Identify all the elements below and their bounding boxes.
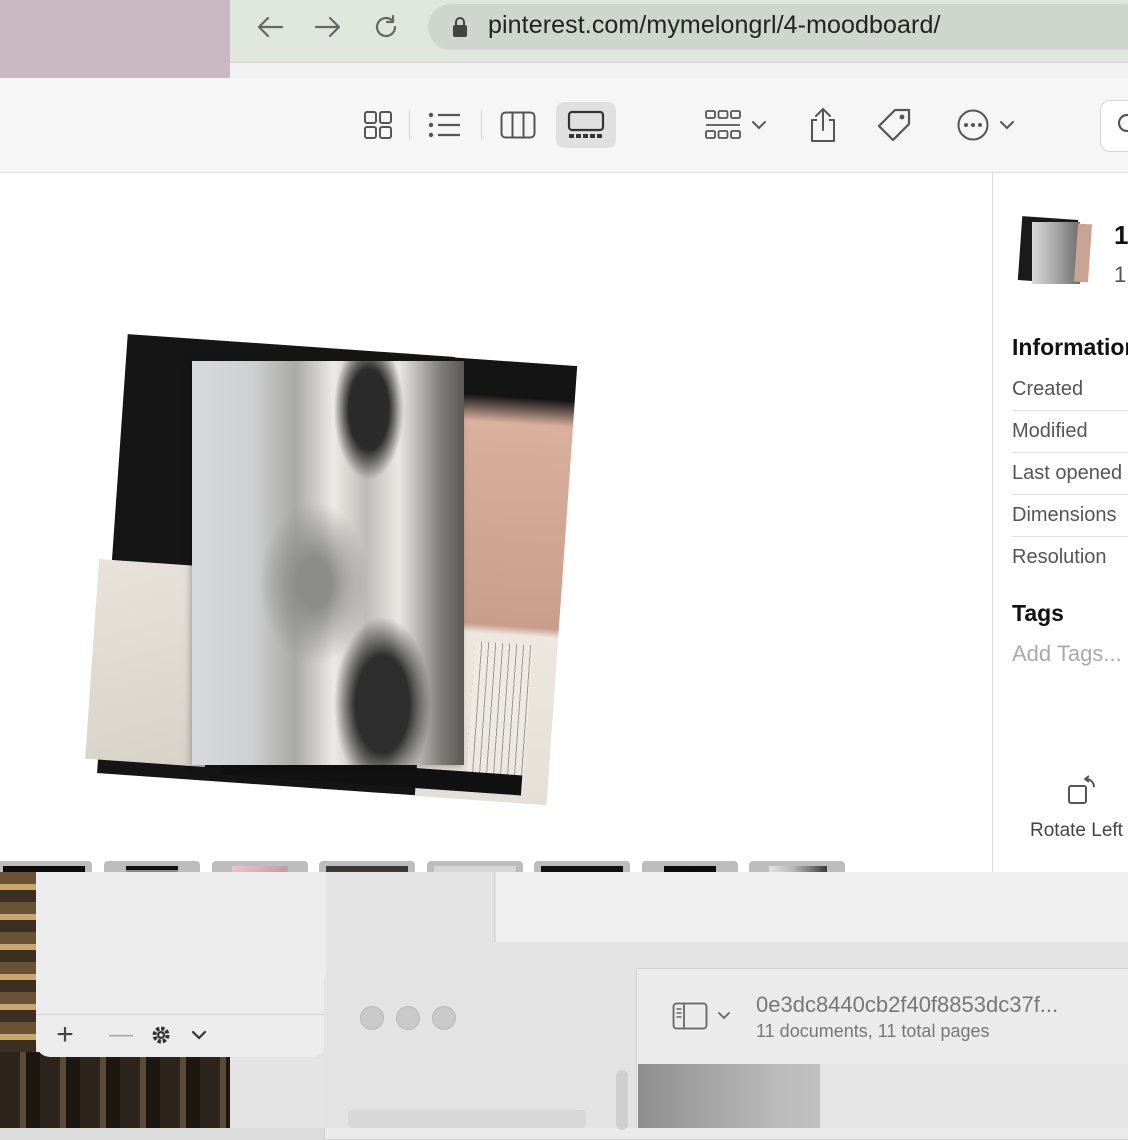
sidebar-toggle-button[interactable]: [672, 1002, 732, 1030]
collage-photo-ocean: [192, 361, 464, 765]
background-wallpaper: [0, 0, 230, 78]
close-window-button[interactable]: [360, 1006, 384, 1030]
info-label-created: Created: [1012, 378, 1084, 400]
sidebar-item[interactable]: [348, 1110, 586, 1128]
document-subtitle: 11 documents, 11 total pages: [756, 1021, 990, 1041]
divider: [1012, 452, 1128, 453]
gear-icon: [152, 1026, 170, 1044]
wallpaper-building: [0, 1052, 230, 1128]
divider: [1012, 494, 1128, 495]
toolbar-separator: [409, 110, 410, 140]
gallery-view-icon: [567, 110, 605, 138]
forward-button[interactable]: [310, 10, 346, 44]
info-label-dimensions: Dimensions: [1012, 504, 1117, 526]
tags-heading: Tags: [1012, 600, 1064, 626]
divider: [494, 872, 495, 942]
divider: [1012, 410, 1128, 411]
gallery-preview: [0, 173, 992, 957]
scrollbar[interactable]: [616, 1070, 628, 1130]
add-button[interactable]: +: [48, 1018, 82, 1052]
list-view-button[interactable]: [418, 102, 472, 148]
toolbar-separator: [481, 110, 482, 140]
column-view-button[interactable]: [490, 102, 546, 148]
rotate-left-icon: [1068, 775, 1095, 804]
icon-view-button[interactable]: [352, 102, 404, 148]
chevron-down-icon: [718, 1012, 730, 1020]
action-menu-button[interactable]: [148, 1018, 208, 1052]
preview-sidebar: [324, 968, 637, 1128]
rotate-left-button[interactable]: Rotate Left: [1030, 820, 1123, 842]
info-label-last-opened: Last opened: [1012, 462, 1123, 484]
tag-icon: [877, 108, 911, 142]
share-icon: [811, 108, 835, 142]
column-view-icon: [500, 111, 536, 139]
zoom-window-button[interactable]: [432, 1006, 456, 1030]
back-button[interactable]: [252, 10, 288, 44]
url-text[interactable]: pinterest.com/mymelongrl/4-moodboard/: [488, 11, 941, 40]
group-by-button[interactable]: [698, 102, 774, 148]
finder-toolbar: [0, 78, 1128, 173]
document-content: [820, 1064, 1128, 1128]
arrow-right-icon: [314, 16, 341, 38]
reload-button[interactable]: [368, 10, 404, 44]
divider: [1012, 536, 1128, 537]
finder-window: [0, 78, 1128, 957]
add-tags-field[interactable]: Add Tags...: [1012, 641, 1122, 667]
document-title: 0e3dc8440cb2f40f8853dc37f...: [756, 992, 1059, 1017]
search-icon: [1117, 113, 1128, 133]
file-name: 1: [1114, 220, 1128, 250]
share-button[interactable]: [800, 102, 846, 148]
remove-button[interactable]: —: [104, 1018, 138, 1052]
more-actions-button[interactable]: [950, 102, 1022, 148]
group-by-icon: [705, 110, 741, 139]
more-actions-icon: [957, 109, 989, 141]
chevron-down-icon: [1000, 121, 1014, 130]
tag-button[interactable]: [870, 102, 918, 148]
gallery-view-button[interactable]: [556, 102, 616, 148]
chevron-down-icon: [191, 1030, 207, 1040]
lock-icon: [453, 17, 467, 37]
background-window-panel: [496, 872, 1128, 942]
minimize-window-button[interactable]: [396, 1006, 420, 1030]
file-kind: 1: [1114, 262, 1127, 287]
arrow-left-icon: [257, 16, 284, 38]
info-label-modified: Modified: [1012, 420, 1088, 442]
reload-icon: [375, 14, 397, 38]
list-view-icon: [428, 112, 460, 138]
search-field[interactable]: [1100, 100, 1128, 152]
sidebar-icon: [672, 1002, 708, 1030]
file-preview-thumbnail: [1017, 216, 1093, 288]
chevron-down-icon: [752, 121, 766, 130]
browser-content-strip: [230, 62, 1128, 79]
information-heading: Information: [1012, 334, 1128, 360]
info-label-resolution: Resolution: [1012, 546, 1107, 568]
icon-view-grid-icon: [364, 111, 392, 139]
